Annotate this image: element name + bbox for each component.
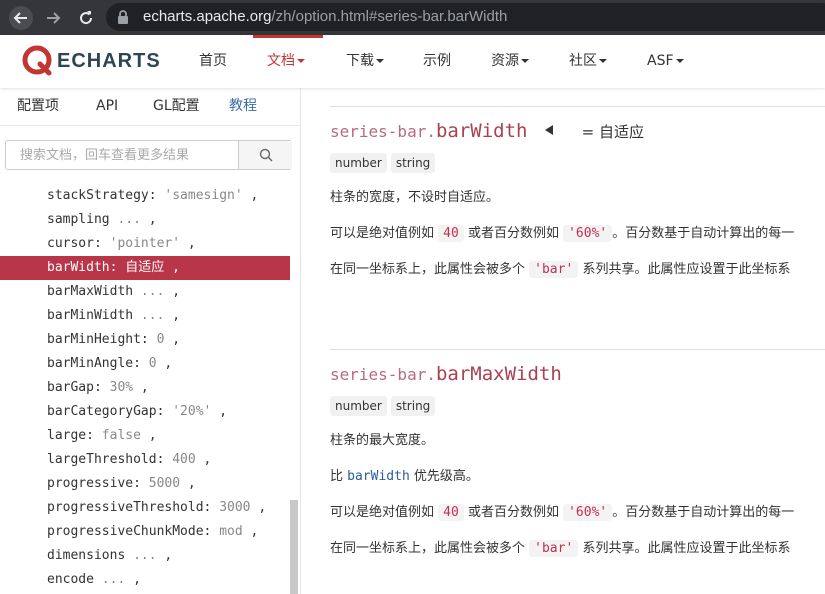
tree-item-barMinHeight[interactable]: barMinHeight: 0 ,: [0, 328, 290, 352]
reload-icon: [80, 11, 93, 25]
arrow-right-icon: [47, 12, 61, 24]
tree-item-progressive[interactable]: progressive: 5000 ,: [0, 472, 290, 496]
tree-item-progressiveChunkMode[interactable]: progressiveChunkMode: mod ,: [0, 520, 290, 544]
nav-community[interactable]: 社区: [569, 35, 607, 88]
barWidth-link[interactable]: barWidth: [347, 469, 410, 484]
tree-item-largeThreshold[interactable]: largeThreshold: 400 ,: [0, 448, 290, 472]
type-tag: number: [330, 153, 387, 173]
lock-icon: [118, 10, 128, 24]
type-tags: number string: [330, 152, 825, 176]
section-barWidth: series-bar.barWidth = 自适应 number string 柱…: [330, 120, 825, 280]
arrow-left-icon: [13, 12, 27, 24]
tree-item-barMinWidth[interactable]: barMinWidth ... ,: [0, 304, 290, 328]
tree-item-dimensions[interactable]: dimensions ... ,: [0, 544, 290, 568]
tab-tutorial[interactable]: 教程: [229, 88, 257, 125]
paragraph: 可以是绝对值例如 40 或者百分数例如 '60%' 。百分数基于自动计算出的每一: [330, 225, 795, 242]
nav-docs[interactable]: 文档: [253, 35, 323, 88]
type-tag: string: [390, 153, 436, 173]
tree-item-progressiveThreshold[interactable]: progressiveThreshold: 3000 ,: [0, 496, 290, 520]
tab-api[interactable]: API: [96, 88, 118, 125]
tree-item-stackStrategy[interactable]: stackStrategy: 'samesign' ,: [0, 184, 290, 208]
search-input[interactable]: [6, 141, 238, 169]
caret-down-icon: [599, 59, 607, 63]
tree-item-barMaxWidth[interactable]: barMaxWidth ... ,: [0, 280, 290, 304]
nav-asf[interactable]: ASF: [647, 35, 684, 88]
nav-download[interactable]: 下载: [346, 35, 384, 88]
description: 柱条的最大宽度。: [330, 433, 435, 448]
property-name: barMaxWidth: [435, 363, 562, 385]
tree-item-encode[interactable]: encode ... ,: [0, 568, 290, 592]
sidebar: 配置项 API GL配置 教程 stackStrategy: 'samesign…: [0, 88, 301, 594]
collapse-triangle-icon[interactable]: [544, 120, 553, 139]
caret-down-icon: [297, 59, 305, 63]
browser-toolbar: echarts.apache.org/zh/option.html#series…: [0, 0, 825, 35]
caret-down-icon: [521, 59, 529, 63]
site-navbar: ECHARTS 首页 文档 下载 示例 资源 社区 ASF: [0, 35, 825, 88]
caret-down-icon: [376, 59, 384, 63]
tree-item-barGap[interactable]: barGap: 30% ,: [0, 376, 290, 400]
echarts-logo[interactable]: ECHARTS: [22, 45, 161, 77]
option-tree: stackStrategy: 'samesign' , sampling ...…: [0, 184, 290, 592]
url-text: echarts.apache.org/zh/option.html#series…: [143, 8, 508, 25]
property-title: series-bar.barMaxWidth: [330, 363, 562, 385]
logo-text: ECHARTS: [57, 49, 161, 72]
type-tag: number: [330, 396, 387, 416]
search-icon: [259, 148, 272, 162]
property-name: barWidth: [435, 120, 528, 142]
back-button[interactable]: [9, 6, 33, 30]
type-tag: string: [390, 396, 436, 416]
address-bar[interactable]: echarts.apache.org/zh/option.html#series…: [106, 3, 825, 31]
tree-item-sampling[interactable]: sampling ... ,: [0, 208, 290, 232]
forward-button[interactable]: [41, 6, 65, 30]
paragraph: 比 barWidth 优先级高。: [330, 469, 479, 484]
section-barMaxWidth: series-bar.barMaxWidth number string 柱条的最…: [330, 363, 825, 559]
search-button[interactable]: [238, 141, 292, 169]
section-divider: [330, 106, 825, 107]
nav-home[interactable]: 首页: [199, 35, 227, 88]
tab-gl-option[interactable]: GL配置: [153, 88, 200, 125]
echarts-logo-icon: [22, 45, 52, 76]
reload-button[interactable]: [74, 6, 98, 30]
tree-item-barMinAngle[interactable]: barMinAngle: 0 ,: [0, 352, 290, 376]
paragraph: 在同一坐标系上，此属性会被多个 'bar' 系列共享。此属性应设置于此坐标系: [330, 540, 791, 557]
paragraph: 可以是绝对值例如 40 或者百分数例如 '60%' 。百分数基于自动计算出的每一: [330, 504, 795, 521]
sidebar-scrollbar[interactable]: [290, 500, 298, 594]
description: 柱条的宽度，不设时自适应。: [330, 190, 500, 205]
tree-item-barCategoryGap[interactable]: barCategoryGap: '20%' ,: [0, 400, 290, 424]
caret-down-icon: [675, 59, 684, 63]
section-divider: [330, 349, 825, 350]
tree-item-large[interactable]: large: false ,: [0, 424, 290, 448]
nav-resources[interactable]: 资源: [491, 35, 529, 88]
nav-examples[interactable]: 示例: [423, 35, 451, 88]
tree-item-cursor[interactable]: cursor: 'pointer' ,: [0, 232, 290, 256]
paragraph: 在同一坐标系上，此属性会被多个 'bar' 系列共享。此属性应设置于此坐标系: [330, 261, 791, 278]
tab-option[interactable]: 配置项: [17, 88, 59, 125]
sidebar-tabs: 配置项 API GL配置 教程: [0, 88, 300, 126]
property-title: series-bar.barWidth = 自适应: [330, 120, 645, 142]
doc-content: series-bar.barWidth = 自适应 number string 柱…: [301, 88, 825, 594]
default-value: = 自适应: [581, 123, 645, 141]
tree-item-barWidth[interactable]: barWidth: 自适应 ,: [0, 256, 290, 280]
search-box: [5, 140, 292, 170]
type-tags: number string: [330, 395, 825, 419]
